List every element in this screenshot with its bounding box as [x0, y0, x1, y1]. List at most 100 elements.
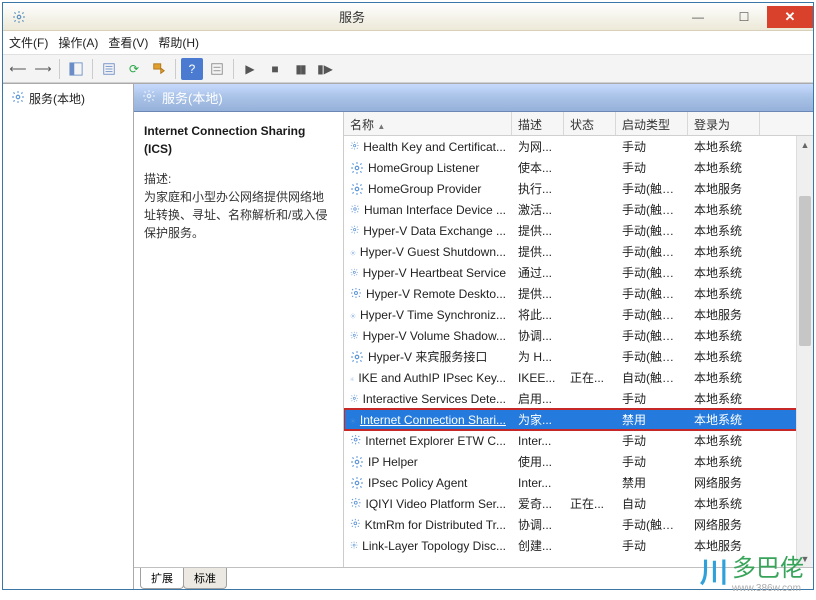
forward-button[interactable]: ⟶	[32, 58, 54, 80]
service-desc: 爱奇...	[512, 495, 564, 512]
column-start[interactable]: 启动类型	[616, 112, 688, 135]
app-icon	[9, 10, 29, 24]
start-service-button[interactable]: ▶	[239, 58, 261, 80]
service-name: IP Helper	[368, 455, 418, 469]
service-name: Human Interface Device ...	[364, 203, 506, 217]
service-row[interactable]: IQIYI Video Platform Ser...爱奇...正在...自动本…	[344, 493, 813, 514]
service-row[interactable]: IP Helper使用...手动本地系统	[344, 451, 813, 472]
gear-icon	[350, 392, 359, 406]
properties-button[interactable]	[98, 58, 120, 80]
scroll-thumb[interactable]	[799, 196, 811, 346]
service-row[interactable]: Hyper-V Data Exchange ...提供...手动(触发...本地…	[344, 220, 813, 241]
sort-up-icon: ▲	[377, 122, 385, 131]
service-desc: 将此...	[512, 306, 564, 323]
service-desc: 协调...	[512, 516, 564, 533]
service-start: 手动(触发...	[616, 180, 688, 197]
menu-help[interactable]: 帮助(H)	[158, 34, 199, 51]
titlebar[interactable]: 服务 — ☐ ✕	[3, 3, 813, 31]
service-desc: Inter...	[512, 434, 564, 448]
close-button[interactable]: ✕	[767, 6, 813, 28]
service-name: KtmRm for Distributed Tr...	[365, 518, 506, 532]
column-logon[interactable]: 登录为	[688, 112, 760, 135]
pane-body: Internet Connection Sharing (ICS) 描述: 为家…	[134, 112, 813, 567]
list-body[interactable]: Health Key and Certificat...为网...手动本地系统H…	[344, 136, 813, 567]
gear-icon	[350, 413, 356, 427]
service-desc: 协调...	[512, 327, 564, 344]
service-start: 禁用	[616, 474, 688, 491]
service-logon: 本地系统	[688, 264, 760, 281]
column-name[interactable]: 名称 ▲	[344, 112, 512, 135]
pane-header-title: 服务(本地)	[162, 88, 223, 107]
pane-header: 服务(本地)	[134, 84, 813, 112]
gear-icon	[350, 518, 361, 532]
service-row[interactable]: KtmRm for Distributed Tr...协调...手动(触发...…	[344, 514, 813, 535]
service-name: IQIYI Video Platform Ser...	[365, 497, 506, 511]
stop-service-button[interactable]: ■	[264, 58, 286, 80]
service-name: HomeGroup Provider	[368, 182, 481, 196]
service-row[interactable]: Hyper-V Remote Deskto...提供...手动(触发...本地系…	[344, 283, 813, 304]
service-row[interactable]: Hyper-V Heartbeat Service通过...手动(触发...本地…	[344, 262, 813, 283]
vertical-scrollbar[interactable]: ▲ ▼	[796, 136, 813, 567]
service-row[interactable]: Health Key and Certificat...为网...手动本地系统	[344, 136, 813, 157]
export-button[interactable]	[148, 58, 170, 80]
gear-icon	[350, 287, 362, 301]
service-desc: 为网...	[512, 138, 564, 155]
service-row[interactable]: IPsec Policy AgentInter...禁用网络服务	[344, 472, 813, 493]
back-button[interactable]: ⟵	[7, 58, 29, 80]
window-title: 服务	[29, 7, 675, 26]
menu-action[interactable]: 操作(A)	[58, 34, 98, 51]
service-row[interactable]: Interactive Services Dete...启用...手动本地系统	[344, 388, 813, 409]
service-logon: 本地系统	[688, 432, 760, 449]
gear-icon	[350, 434, 361, 448]
list-pane: 名称 ▲ 描述 状态 启动类型 登录为 Health Key and Certi…	[344, 112, 813, 567]
gear-icon	[350, 329, 359, 343]
service-row[interactable]: Internet Connection Shari...为家...禁用本地系统	[344, 409, 813, 430]
service-row[interactable]: Hyper-V 来宾服务接口为 H...手动(触发...本地系统	[344, 346, 813, 367]
toolbar: ⟵ ⟶ ⟳ ? ▶ ■ ▮▮ ▮▶	[3, 55, 813, 83]
service-name: HomeGroup Listener	[368, 161, 479, 175]
props-button-2[interactable]	[206, 58, 228, 80]
separator	[59, 59, 60, 79]
menu-view[interactable]: 查看(V)	[108, 34, 148, 51]
service-row[interactable]: HomeGroup Provider执行...手动(触发...本地服务	[344, 178, 813, 199]
service-row[interactable]: Hyper-V Volume Shadow...协调...手动(触发...本地系…	[344, 325, 813, 346]
tab-extended[interactable]: 扩展	[140, 568, 184, 589]
gear-icon	[350, 539, 358, 553]
column-state[interactable]: 状态	[564, 112, 616, 135]
show-hide-tree-button[interactable]	[65, 58, 87, 80]
tree-item-services[interactable]: 服务(本地)	[7, 88, 129, 109]
menu-file[interactable]: 文件(F)	[9, 34, 48, 51]
service-logon: 本地系统	[688, 222, 760, 239]
service-start: 手动(触发...	[616, 285, 688, 302]
help-button[interactable]: ?	[181, 58, 203, 80]
service-row[interactable]: Hyper-V Time Synchroniz...将此...手动(触发...本…	[344, 304, 813, 325]
service-logon: 本地服务	[688, 180, 760, 197]
service-logon: 本地系统	[688, 348, 760, 365]
column-desc[interactable]: 描述	[512, 112, 564, 135]
service-row[interactable]: Human Interface Device ...激活...手动(触发...本…	[344, 199, 813, 220]
separator	[175, 59, 176, 79]
minimize-button[interactable]: —	[675, 6, 721, 28]
service-row[interactable]: Hyper-V Guest Shutdown...提供...手动(触发...本地…	[344, 241, 813, 262]
service-row[interactable]: IKE and AuthIP IPsec Key...IKEE...正在...自…	[344, 367, 813, 388]
service-row[interactable]: Internet Explorer ETW C...Inter...手动本地系统	[344, 430, 813, 451]
pause-service-button[interactable]: ▮▮	[289, 58, 311, 80]
service-row[interactable]: HomeGroup Listener使本...手动本地系统	[344, 157, 813, 178]
service-logon: 本地系统	[688, 495, 760, 512]
scroll-up-icon[interactable]: ▲	[797, 136, 813, 153]
service-logon: 本地系统	[688, 390, 760, 407]
service-start: 自动	[616, 495, 688, 512]
tree-pane[interactable]: 服务(本地)	[3, 84, 134, 589]
list-header: 名称 ▲ 描述 状态 启动类型 登录为	[344, 112, 813, 136]
maximize-button[interactable]: ☐	[721, 6, 767, 28]
refresh-button[interactable]: ⟳	[123, 58, 145, 80]
tab-standard[interactable]: 标准	[183, 568, 227, 589]
service-start: 手动(触发...	[616, 348, 688, 365]
service-start: 手动(触发...	[616, 243, 688, 260]
scroll-down-icon[interactable]: ▼	[797, 550, 813, 567]
main-area: 服务(本地) 服务(本地) Internet Connection Sharin…	[3, 83, 813, 589]
service-row[interactable]: Link-Layer Topology Disc...创建...手动本地服务	[344, 535, 813, 556]
service-name: Hyper-V Volume Shadow...	[363, 329, 506, 343]
restart-service-button[interactable]: ▮▶	[314, 58, 336, 80]
service-name: IPsec Policy Agent	[368, 476, 467, 490]
